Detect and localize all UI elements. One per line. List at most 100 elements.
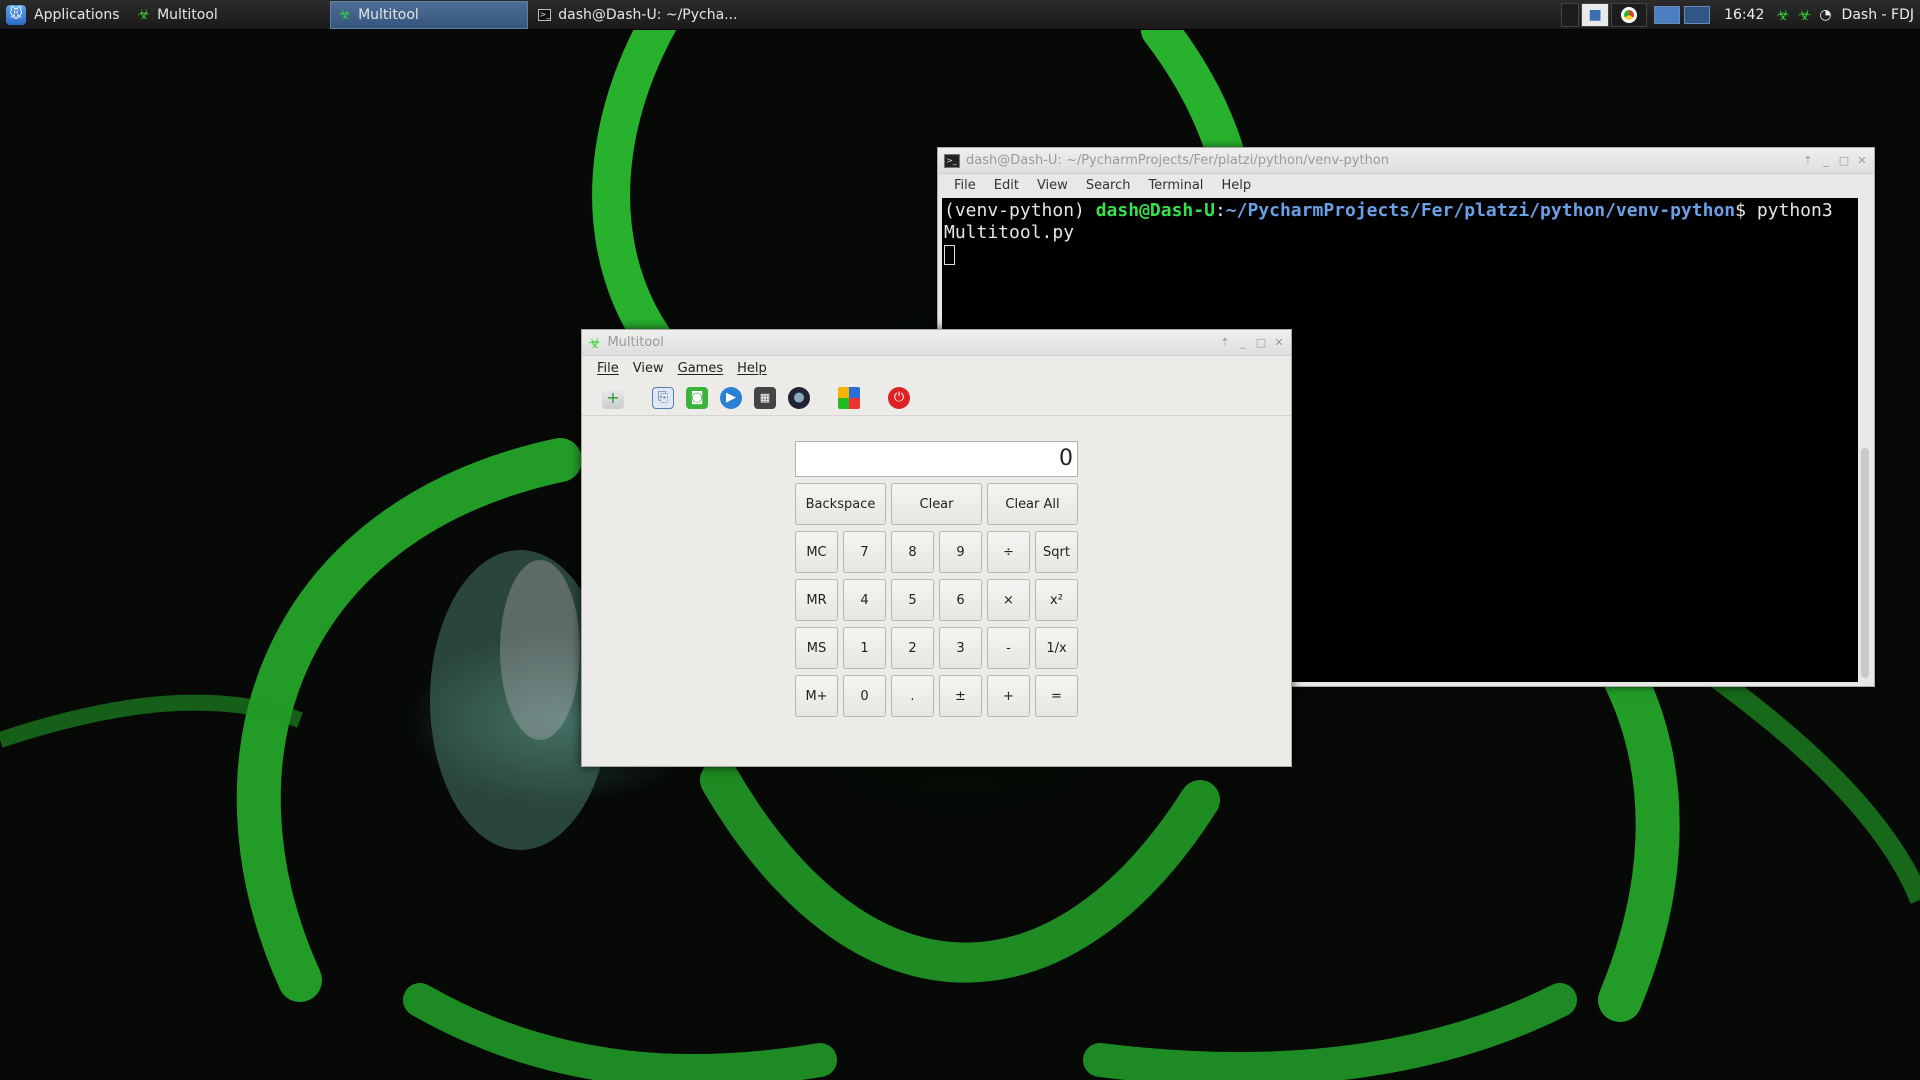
calculator-row: M+ 0 . ± + = [795, 675, 1078, 717]
quit-button[interactable]: ⏻ [886, 385, 912, 411]
maximize-icon[interactable]: □ [1838, 154, 1850, 167]
menu-view[interactable]: View [626, 361, 671, 376]
add-button[interactable]: + [987, 675, 1030, 717]
scrollbar-thumb[interactable] [1861, 448, 1869, 678]
workspace-1[interactable] [1654, 6, 1681, 24]
digit-0-button[interactable]: 0 [843, 675, 886, 717]
browser-launcher[interactable] [1611, 3, 1648, 27]
close-icon[interactable]: ✕ [1273, 336, 1285, 349]
multitool-menubar: File View Games Help [582, 356, 1291, 380]
menu-search[interactable]: Search [1080, 178, 1137, 193]
play-icon: ▶ [720, 386, 742, 409]
digit-5-button[interactable]: 5 [891, 579, 934, 621]
digit-8-button[interactable]: 8 [891, 531, 934, 573]
keep-above-icon[interactable]: ⇡ [1802, 154, 1814, 167]
memory-recall-button[interactable]: MR [795, 579, 838, 621]
digit-1-button[interactable]: 1 [843, 627, 886, 669]
media-player-button[interactable]: ▶ [718, 385, 744, 411]
menu-games[interactable]: Games [671, 361, 730, 376]
webcam-button[interactable]: ● [786, 385, 812, 411]
panel-tray: ■ 16:42 ☣ ☣ ◔ Dash - FDJ [1560, 0, 1920, 30]
memory-add-button[interactable]: M+ [795, 675, 838, 717]
backspace-button[interactable]: Backspace [795, 483, 886, 525]
prompt-path: ~/PycharmProjects/Fer/platzi/python/venv… [1225, 200, 1736, 221]
decimal-button[interactable]: . [891, 675, 934, 717]
equals-button[interactable]: = [1035, 675, 1078, 717]
menu-terminal[interactable]: Terminal [1142, 178, 1209, 193]
digit-4-button[interactable]: 4 [843, 579, 886, 621]
taskbar-item-multitool-active[interactable]: ☣ Multitool [329, 0, 528, 29]
biohazard-icon[interactable]: ☣ [1794, 6, 1815, 24]
applications-label: Applications [34, 6, 120, 23]
terminal-line: Multitool.py [944, 222, 1075, 243]
wifi-icon[interactable]: ◔ [1815, 7, 1835, 23]
biohazard-icon: ☣ [137, 6, 151, 23]
menu-view[interactable]: View [1031, 178, 1074, 193]
menu-help[interactable]: Help [1215, 178, 1257, 193]
memory-store-button[interactable]: MS [795, 627, 838, 669]
clipboard-button[interactable]: ⎘ [650, 385, 676, 411]
multitool-toolbar: + ⎘ ◙ ▶ ▦ ● ⏻ [582, 380, 1291, 416]
square-button[interactable]: x² [1035, 579, 1078, 621]
calculator-display[interactable]: 0 [795, 441, 1078, 477]
close-icon[interactable]: ✕ [1856, 154, 1868, 167]
grid-app-button[interactable] [836, 385, 862, 411]
divide-button[interactable]: ÷ [987, 531, 1030, 573]
digit-7-button[interactable]: 7 [843, 531, 886, 573]
clear-all-button[interactable]: Clear All [987, 483, 1078, 525]
prompt-user-host: dash@Dash-U [1095, 200, 1215, 221]
digit-2-button[interactable]: 2 [891, 627, 934, 669]
terminal-titlebar[interactable]: >_ dash@Dash-U: ~/PycharmProjects/Fer/pl… [938, 148, 1874, 174]
maximize-icon[interactable]: □ [1255, 336, 1267, 349]
digit-3-button[interactable]: 3 [939, 627, 982, 669]
multiply-button[interactable]: × [987, 579, 1030, 621]
multitool-titlebar[interactable]: ☣ Multitool ⇡ _ □ ✕ [582, 330, 1291, 356]
digit-9-button[interactable]: 9 [939, 531, 982, 573]
power-icon: ⏻ [888, 386, 910, 409]
menu-file[interactable]: File [948, 178, 982, 193]
window-title: Multitool [607, 335, 664, 350]
biohazard-icon: ☣ [338, 6, 352, 23]
calculator-row: MC 7 8 9 ÷ Sqrt [795, 531, 1078, 573]
digit-6-button[interactable]: 6 [939, 579, 982, 621]
minimize-icon[interactable]: _ [1820, 154, 1832, 167]
prompt-env: (venv-python) [944, 200, 1096, 221]
calculator-row: MR 4 5 6 × x² [795, 579, 1078, 621]
menu-help[interactable]: Help [730, 361, 774, 376]
negate-button[interactable]: ± [939, 675, 982, 717]
clock[interactable]: 16:42 [1716, 7, 1772, 23]
calculator: 0 Backspace Clear Clear All MC 7 8 9 ÷ S… [795, 441, 1078, 717]
keep-above-icon[interactable]: ⇡ [1219, 336, 1231, 349]
folder-icon: ■ [1588, 7, 1602, 23]
biohazard-icon[interactable]: ☣ [1772, 6, 1793, 24]
clear-button[interactable]: Clear [891, 483, 982, 525]
command-text: python3 [1756, 200, 1833, 221]
user-menu[interactable]: Dash - FDJ [1836, 7, 1920, 23]
memory-clear-button[interactable]: MC [795, 531, 838, 573]
workspace-2[interactable] [1684, 6, 1711, 24]
show-desktop-button[interactable] [1561, 3, 1580, 27]
taskbar-item-terminal[interactable]: >_ dash@Dash-U: ~/Pycha... [530, 1, 740, 29]
new-file-button[interactable]: + [600, 385, 626, 411]
reciprocal-button[interactable]: 1/x [1035, 627, 1078, 669]
workspace-switcher [1648, 6, 1716, 24]
subtract-button[interactable]: - [987, 627, 1030, 669]
sqrt-button[interactable]: Sqrt [1035, 531, 1078, 573]
file-manager-launcher[interactable]: ■ [1581, 3, 1610, 27]
calculator-icon: ▦ [754, 386, 776, 409]
taskbar-item-multitool[interactable]: ☣ Multitool [130, 1, 328, 29]
add-file-icon: + [602, 386, 624, 409]
window-controls: ⇡ _ □ ✕ [1802, 154, 1868, 167]
grid-icon [838, 386, 860, 409]
minimize-icon[interactable]: _ [1237, 336, 1249, 349]
multitool-window: ☣ Multitool ⇡ _ □ ✕ File View Games Help… [581, 329, 1292, 767]
window-controls: ⇡ _ □ ✕ [1219, 336, 1285, 349]
calculator-edit-row: Backspace Clear Clear All [795, 483, 1078, 525]
applications-menu[interactable]: 🐭 Applications [0, 0, 130, 30]
calculator-button[interactable]: ▦ [752, 385, 778, 411]
camera-button[interactable]: ◙ [684, 385, 710, 411]
menu-file[interactable]: File [590, 361, 626, 376]
text-cursor [944, 245, 955, 265]
terminal-scrollbar[interactable] [1860, 198, 1870, 682]
menu-edit[interactable]: Edit [988, 178, 1025, 193]
